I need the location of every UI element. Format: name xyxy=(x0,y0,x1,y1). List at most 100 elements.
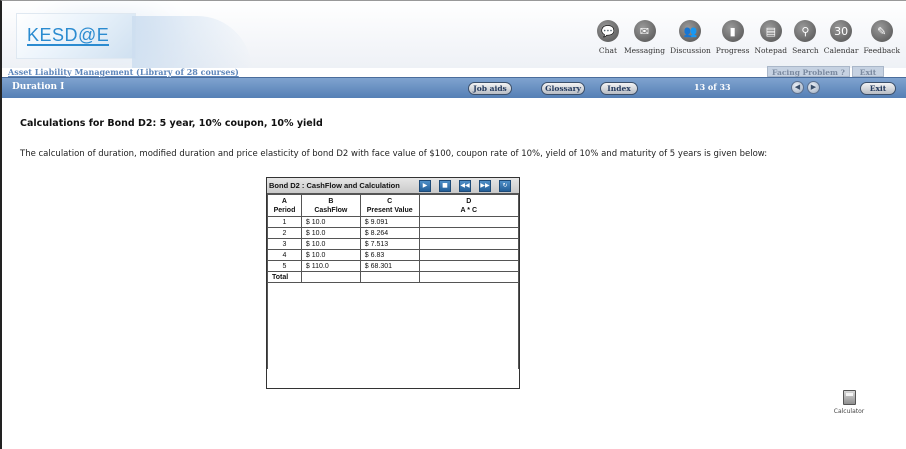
table-cell: 3 xyxy=(267,238,302,250)
logo-swoosh xyxy=(132,16,252,71)
tool-chat[interactable]: 💬 Chat xyxy=(596,20,619,55)
cashflow-table: A Period B CashFlow C Present Value D A * C 1 $ … xyxy=(267,194,520,369)
bar-chart-icon: ▮ xyxy=(721,20,744,42)
logo: KESD@E xyxy=(16,13,252,71)
calendar-icon: 30 xyxy=(830,20,853,42)
table-cell xyxy=(300,271,361,283)
notepad-icon: ▤ xyxy=(759,20,782,42)
tool-feedback[interactable]: ✎ Feedback xyxy=(863,20,901,55)
table-row: 4 $ 10.0 $ 6.83 xyxy=(267,249,520,261)
table-row: 1 $ 10.0 $ 9.091 xyxy=(267,216,520,228)
table-cell: $ 9.091 xyxy=(359,216,420,228)
table-cell xyxy=(359,271,420,283)
toolbar: 💬 Chat ✉ Messaging 👥 Discussion ▮ Progress ▤ Note… xyxy=(592,20,900,55)
tool-search[interactable]: ⚲ Search xyxy=(792,20,819,55)
course-title-link[interactable]: Asset Liability Management (Library of 2… xyxy=(8,67,239,77)
tool-label: Feedback xyxy=(863,46,901,55)
table-cell xyxy=(418,238,520,250)
column-label: A * C xyxy=(460,206,478,214)
header: KESD@E 💬 Chat ✉ Messaging 👥 Discussion ▮ Progre… xyxy=(2,1,906,71)
table-cell: $ 110.0 xyxy=(300,260,361,272)
chat-icon: 💬 xyxy=(596,20,619,42)
arrow-right-icon: ▶ xyxy=(810,83,817,91)
feedback-icon: ✎ xyxy=(870,20,893,42)
tool-label: Progress xyxy=(715,46,750,55)
fast-forward-icon: ▶▶ xyxy=(480,182,490,189)
tool-calendar[interactable]: 30 Calendar xyxy=(824,20,859,55)
table-title: Bond D2 : CashFlow and Calculation xyxy=(269,181,400,190)
tool-discussion[interactable]: 👥 Discussion xyxy=(670,20,711,55)
envelope-icon: ✉ xyxy=(633,20,656,42)
table-cell: $ 10.0 xyxy=(300,227,361,239)
calculator-icon xyxy=(842,390,856,405)
table-cell xyxy=(418,216,520,228)
column-letter: C xyxy=(387,197,393,205)
table-cell: $ 10.0 xyxy=(300,249,361,261)
tool-label: Chat xyxy=(598,46,617,55)
table-row: 2 $ 10.0 $ 8.264 xyxy=(267,227,520,239)
page-description: The calculation of duration, modified du… xyxy=(20,149,768,159)
table-cell: $ 68.301 xyxy=(359,260,420,272)
fast-forward-button[interactable]: ▶▶ xyxy=(479,180,491,192)
column-label: Present Value xyxy=(366,206,413,214)
rewind-icon: ◀◀ xyxy=(460,182,470,189)
column-letter: A xyxy=(281,197,287,205)
index-button[interactable]: Index xyxy=(600,82,638,95)
table-cell xyxy=(418,249,520,261)
logo-text: KESD@E xyxy=(27,25,110,46)
arrow-left-icon: ◀ xyxy=(794,83,801,91)
tool-label: Calendar xyxy=(823,46,859,55)
play-button[interactable]: ▶ xyxy=(419,180,431,192)
next-page-button[interactable]: ▶ xyxy=(807,81,820,94)
refresh-button[interactable]: ↻ xyxy=(499,180,511,192)
rewind-button[interactable]: ◀◀ xyxy=(459,180,471,192)
calculator-button[interactable]: Calculator xyxy=(829,390,869,415)
column-letter: B xyxy=(328,197,334,205)
stop-icon: ■ xyxy=(442,182,448,189)
column-header: C Present Value xyxy=(359,194,420,217)
course-bar: Asset Liability Management (Library of 2… xyxy=(2,66,906,77)
total-label: Total xyxy=(267,271,302,283)
exit-top-button[interactable]: Exit xyxy=(852,66,884,77)
table-cell: $ 10.0 xyxy=(300,238,361,250)
column-header: B CashFlow xyxy=(300,194,361,217)
table-cell: 5 xyxy=(267,260,302,272)
navigation-bar: Duration I Job aids Glossary Index 13 of… xyxy=(2,77,906,98)
table-cell: 4 xyxy=(267,249,302,261)
table-cell: 1 xyxy=(267,216,302,228)
tool-notepad[interactable]: ▤ Notepad xyxy=(754,20,787,55)
tool-progress[interactable]: ▮ Progress xyxy=(715,20,750,55)
exit-button[interactable]: Exit xyxy=(860,82,896,95)
table-blank-area xyxy=(267,282,519,369)
tool-label: Notepad xyxy=(754,46,788,55)
tool-label: Discussion xyxy=(670,46,711,55)
table-blank-cell xyxy=(267,282,519,369)
play-icon: ▶ xyxy=(422,182,428,189)
refresh-icon: ↻ xyxy=(502,182,508,189)
table-cell: $ 8.264 xyxy=(359,227,420,239)
tool-label: Messaging xyxy=(623,46,666,55)
table-total-row: Total xyxy=(267,271,520,283)
table-cell xyxy=(418,260,520,272)
column-letter: D xyxy=(466,197,472,205)
facing-problem-button[interactable]: Facing Problem ? xyxy=(767,66,850,77)
table-cell: $ 7.513 xyxy=(359,238,420,250)
calculator-label: Calculator xyxy=(833,408,865,415)
table-row: 5 $ 110.0 $ 68.301 xyxy=(267,260,520,272)
tool-messaging[interactable]: ✉ Messaging xyxy=(624,20,665,55)
people-icon: 👥 xyxy=(679,20,702,42)
table-cell: $ 10.0 xyxy=(300,216,361,228)
column-label: CashFlow xyxy=(314,206,348,214)
stop-button[interactable]: ■ xyxy=(439,180,451,192)
previous-page-button[interactable]: ◀ xyxy=(791,81,804,94)
job-aids-button[interactable]: Job aids xyxy=(468,82,512,95)
table-cell: 2 xyxy=(267,227,302,239)
table-cell xyxy=(418,227,520,239)
tool-label: Search xyxy=(792,46,819,55)
column-label: Period xyxy=(273,206,296,214)
table-header-bar: Bond D2 : CashFlow and Calculation ▶ ■ ◀◀ ▶… xyxy=(267,178,519,194)
table-cell: $ 6.83 xyxy=(359,249,420,261)
glossary-button[interactable]: Glossary xyxy=(541,82,585,95)
module-title: Duration I xyxy=(12,82,65,92)
column-header: DA * C xyxy=(418,194,520,217)
